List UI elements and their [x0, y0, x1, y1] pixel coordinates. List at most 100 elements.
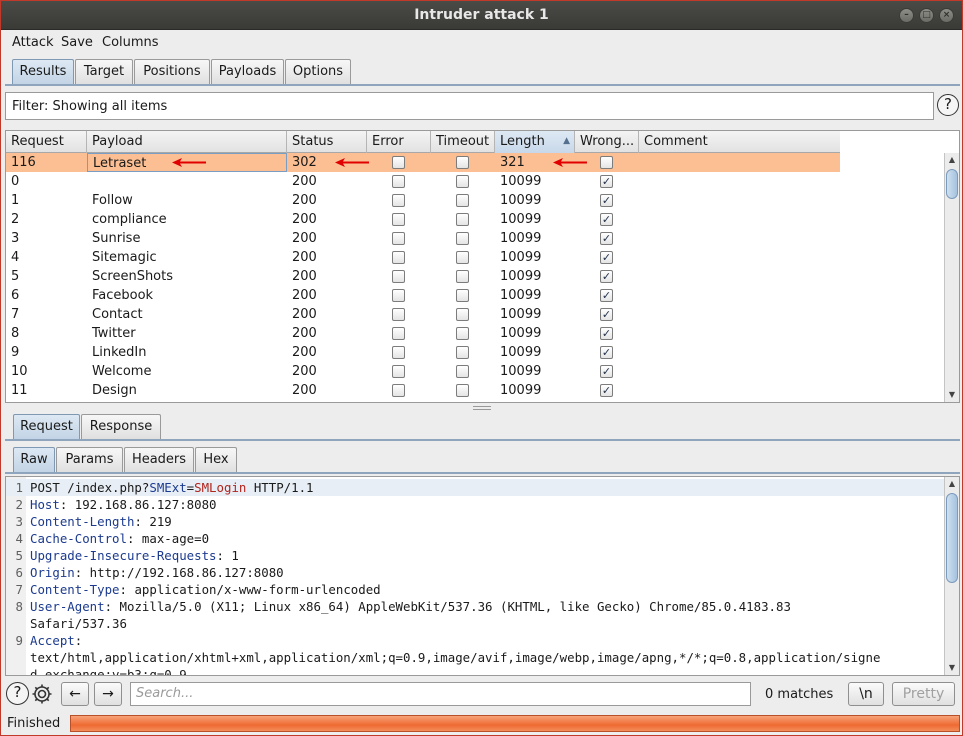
line-number: 3: [15, 514, 23, 529]
cell-length: 10099: [500, 345, 542, 360]
unchecked-checkbox: [456, 251, 469, 264]
tab-params[interactable]: Params: [56, 447, 123, 472]
column-header-timeout[interactable]: Timeout: [431, 131, 495, 153]
table-row[interactable]: 7 Contact 200 10099 ✓: [6, 305, 840, 324]
cell-payload: LinkedIn: [92, 345, 147, 360]
unchecked-checkbox: [392, 251, 405, 264]
cell-wrong: ✓: [575, 362, 639, 381]
cell-wrong: ✓: [575, 324, 639, 343]
table-row[interactable]: 4 Sitemagic 200 10099 ✓: [6, 248, 840, 267]
column-header-status[interactable]: Status: [287, 131, 367, 153]
pretty-button[interactable]: Pretty: [892, 682, 955, 706]
checked-checkbox: ✓: [600, 365, 613, 378]
cell-comment: [639, 248, 840, 267]
gear-icon[interactable]: [30, 682, 54, 706]
scroll-down-icon[interactable]: ▼: [945, 388, 959, 402]
table-row[interactable]: 11 Design 200 10099 ✓: [6, 381, 840, 400]
help-icon[interactable]: ?: [6, 682, 29, 705]
help-icon[interactable]: ?: [937, 94, 959, 116]
unchecked-checkbox: [456, 232, 469, 245]
menu-attack[interactable]: Attack: [12, 35, 54, 50]
table-row[interactable]: 0 200 10099 ✓: [6, 172, 840, 191]
request-line: 7 Content-Type: application/x-www-form-ur…: [6, 581, 946, 598]
tab-request[interactable]: Request: [13, 414, 80, 439]
tab-raw[interactable]: Raw: [13, 447, 55, 472]
tab-response[interactable]: Response: [81, 414, 161, 439]
line-number: 5: [15, 548, 23, 563]
scroll-up-icon[interactable]: ▲: [945, 153, 959, 167]
scroll-thumb[interactable]: [946, 169, 958, 199]
cell-request: 2: [11, 212, 20, 227]
previous-match-button[interactable]: ←: [61, 682, 89, 706]
tab-results[interactable]: Results: [12, 59, 74, 84]
table-row[interactable]: 6 Facebook 200 10099 ✓: [6, 286, 840, 305]
column-header-request[interactable]: Request: [6, 131, 87, 153]
cell-timeout: [431, 267, 495, 286]
cell-wrong: ✓: [575, 210, 639, 229]
line-text: Accept:: [30, 632, 82, 649]
checked-checkbox: ✓: [600, 289, 613, 302]
cell-status: 200: [292, 250, 317, 265]
request-line: 8 User-Agent: Mozilla/5.0 (X11; Linux x86…: [6, 598, 946, 615]
checked-checkbox: ✓: [600, 308, 613, 321]
table-row[interactable]: 9 LinkedIn 200 10099 ✓: [6, 343, 840, 362]
cell-wrong: ✓: [575, 191, 639, 210]
minimize-icon[interactable]: –: [899, 8, 914, 23]
table-row[interactable]: 5 ScreenShots 200 10099 ✓: [6, 267, 840, 286]
editor-scroll-thumb[interactable]: [946, 493, 958, 583]
tab-headers[interactable]: Headers: [124, 447, 194, 472]
newline-toggle-button[interactable]: \n: [848, 682, 884, 706]
cell-comment: [639, 267, 840, 286]
table-scrollbar[interactable]: ▲ ▼: [944, 153, 959, 402]
cell-error: [367, 362, 431, 381]
cell-timeout: [431, 172, 495, 191]
text-segment: POST /index.php?: [30, 480, 150, 495]
column-header-wrong[interactable]: Wrong...: [575, 131, 639, 153]
menu-bar: Attack Save Columns: [1, 30, 962, 54]
line-number: 1: [15, 480, 23, 495]
request-line: 6 Origin: http://192.168.86.127:8080: [6, 564, 946, 581]
table-row[interactable]: 10 Welcome 200 10099 ✓: [6, 362, 840, 381]
tab-payloads[interactable]: Payloads: [211, 59, 284, 84]
column-header-payload[interactable]: Payload: [87, 131, 287, 153]
cell-error: [367, 229, 431, 248]
table-row[interactable]: 1 Follow 200 10099 ✓: [6, 191, 840, 210]
search-input[interactable]: Search...: [130, 682, 751, 706]
tab-positions[interactable]: Positions: [134, 59, 210, 84]
next-match-button[interactable]: →: [94, 682, 122, 706]
column-header-error[interactable]: Error: [367, 131, 431, 153]
close-icon[interactable]: ×: [939, 8, 954, 23]
table-row[interactable]: 8 Twitter 200 10099 ✓: [6, 324, 840, 343]
filter-text: Filter: Showing all items: [12, 99, 168, 114]
column-header-comment[interactable]: Comment: [639, 131, 840, 153]
editor-scroll-up-icon[interactable]: ▲: [945, 477, 959, 491]
cell-error: [367, 305, 431, 324]
editor-scrollbar[interactable]: ▲ ▼: [944, 477, 959, 675]
table-row[interactable]: 3 Sunrise 200 10099 ✓: [6, 229, 840, 248]
table-row[interactable]: 116 Letraset 302 321: [6, 153, 840, 172]
cell-length: 10099: [500, 269, 542, 284]
tab-options[interactable]: Options: [285, 59, 351, 84]
request-line: 4 Cache-Control: max-age=0: [6, 530, 946, 547]
unchecked-checkbox: [392, 175, 405, 188]
editor-scroll-down-icon[interactable]: ▼: [945, 661, 959, 675]
cell-wrong: ✓: [575, 343, 639, 362]
cell-request: 11: [11, 383, 28, 398]
cell-wrong: ✓: [575, 248, 639, 267]
checked-checkbox: ✓: [600, 232, 613, 245]
menu-save[interactable]: Save: [61, 35, 93, 50]
view-tab-divider: [5, 472, 960, 474]
cell-payload: [87, 172, 287, 191]
request-editor[interactable]: 1 POST /index.php?SMExt=SMLogin HTTP/1.1 2…: [5, 476, 960, 676]
pane-splitter[interactable]: [1, 405, 962, 411]
table-row[interactable]: 2 compliance 200 10099 ✓: [6, 210, 840, 229]
cell-request: 116: [11, 155, 36, 170]
column-header-length[interactable]: Length ▲: [495, 131, 575, 153]
sort-ascending-icon: ▲: [563, 136, 570, 146]
tab-target[interactable]: Target: [75, 59, 133, 84]
filter-bar[interactable]: Filter: Showing all items: [5, 92, 934, 120]
menu-columns[interactable]: Columns: [102, 35, 159, 50]
cell-timeout: [431, 210, 495, 229]
maximize-icon[interactable]: □: [919, 8, 934, 23]
tab-hex[interactable]: Hex: [195, 447, 237, 472]
